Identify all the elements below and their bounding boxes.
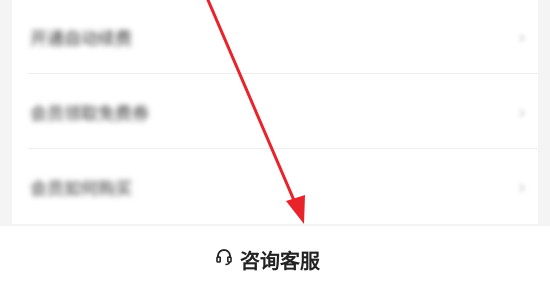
faq-item-label: 开通自动续费 — [30, 29, 132, 50]
chevron-right-icon: › — [518, 100, 526, 124]
faq-item-how-to-buy[interactable]: 会员如何购买 › — [12, 150, 538, 224]
faq-list: 开通自动续费 › 会员领取免费券 › 会员如何购买 › — [12, 0, 538, 224]
consult-service-label: 咨询客服 — [240, 248, 320, 273]
divider — [28, 148, 538, 149]
faq-item-auto-renew[interactable]: 开通自动续费 › — [12, 0, 538, 74]
chevron-right-icon: › — [518, 25, 526, 49]
faq-item-label: 会员如何购买 — [30, 179, 132, 200]
faq-item-free-coupon[interactable]: 会员领取免费券 › — [12, 75, 538, 149]
divider — [28, 73, 538, 74]
consult-service-button[interactable]: 咨询客服 — [214, 243, 320, 275]
bottom-bar: 咨询客服 — [0, 226, 550, 292]
faq-item-label: 会员领取免费券 — [30, 104, 149, 125]
headset-icon — [214, 247, 234, 271]
chevron-right-icon: › — [518, 175, 526, 199]
